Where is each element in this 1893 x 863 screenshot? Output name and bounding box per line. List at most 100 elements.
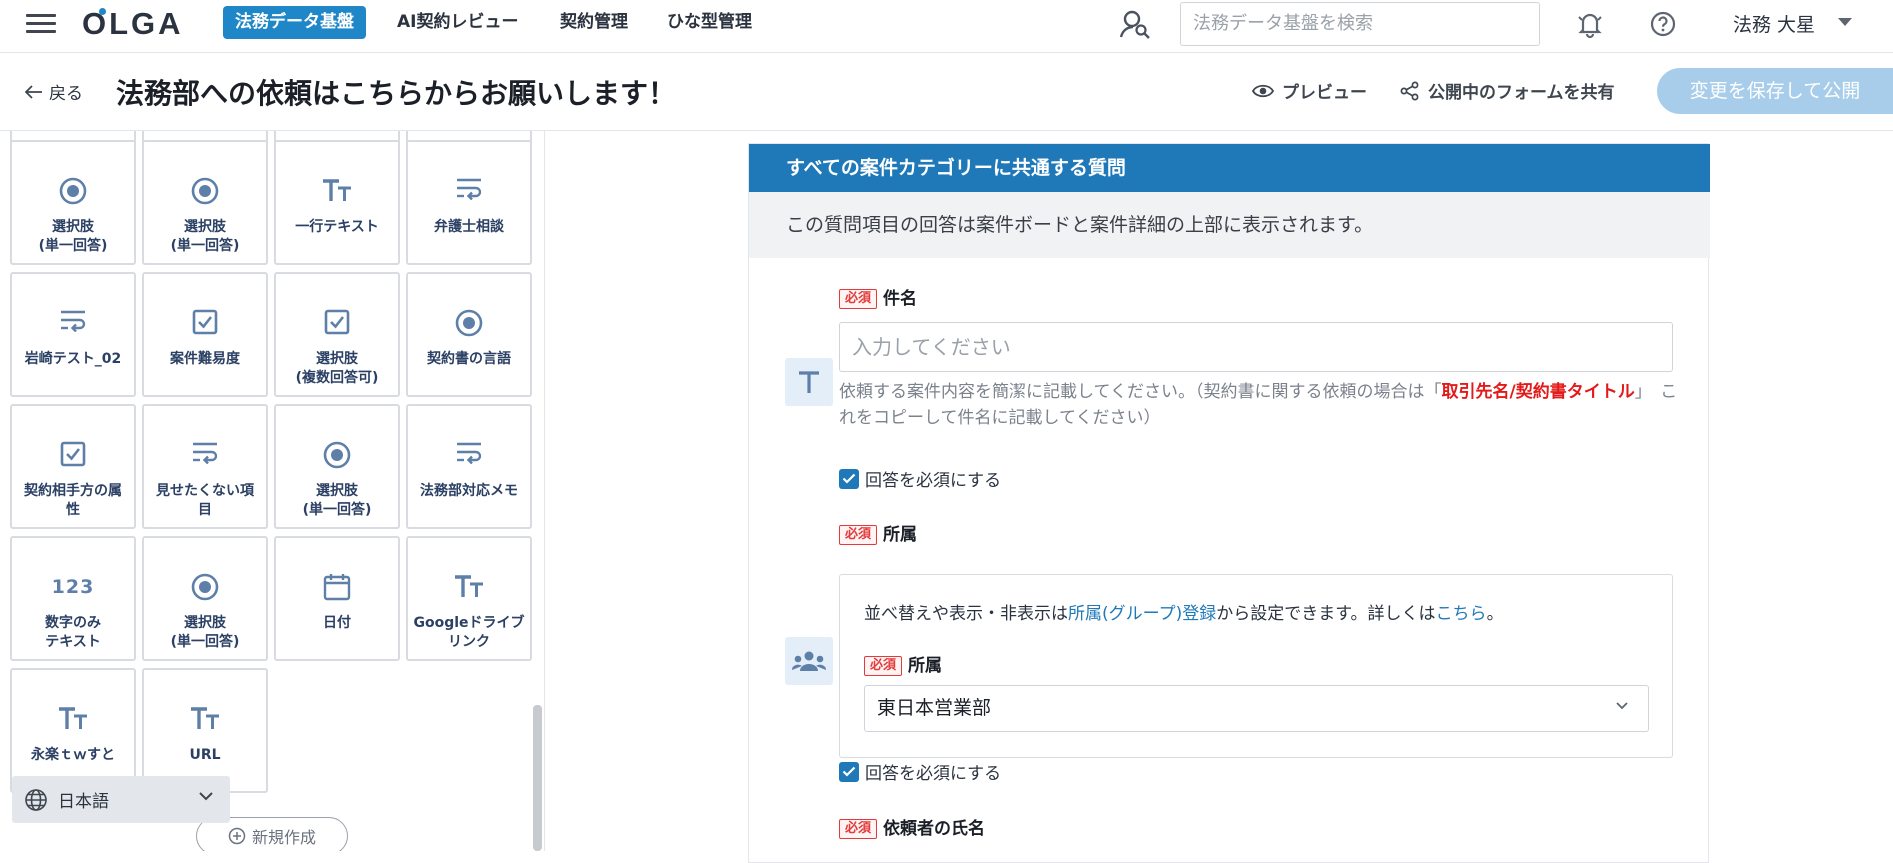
- palette-tile-label: 岩崎テスト_02: [24, 351, 122, 367]
- user-menu-caret-icon[interactable]: [1838, 18, 1852, 26]
- question-department-label: 必須 所属: [839, 520, 917, 545]
- department-select[interactable]: 東日本営業部: [864, 685, 1649, 732]
- palette-tile[interactable]: 契約書の言語: [406, 272, 532, 397]
- radio-icon: [144, 176, 266, 206]
- text-size-icon: [276, 176, 398, 206]
- wrap-text-icon: [408, 440, 530, 470]
- department-note: 並べ替えや表示・非表示は所属(グループ)登録から設定できます。詳しくはこちら。: [864, 599, 1504, 624]
- palette-tile-label: 選択肢 (複数回答可): [295, 351, 379, 386]
- palette-tile[interactable]: 岩崎テスト_02: [10, 272, 136, 397]
- palette-tile[interactable]: 選択肢 (単一回答): [142, 536, 268, 661]
- note-text: から設定できます。詳しくは: [1216, 604, 1436, 624]
- palette-tile[interactable]: 選択肢 (複数回答可): [274, 272, 400, 397]
- help-icon[interactable]: [1648, 9, 1678, 39]
- bell-icon[interactable]: [1575, 9, 1605, 39]
- preview-label: プレビュー: [1282, 83, 1367, 103]
- user-name[interactable]: 法務 大星: [1733, 10, 1815, 37]
- share-label: 公開中のフォームを共有: [1428, 83, 1615, 103]
- text-size-icon: [408, 572, 530, 602]
- palette-tile-label: 契約書の言語: [427, 351, 511, 367]
- language-select[interactable]: 日本語: [12, 776, 230, 823]
- palette-tile[interactable]: 法務部対応メモ: [406, 404, 532, 529]
- group-registration-link[interactable]: 所属(グループ)登録: [1068, 604, 1216, 624]
- hamburger-menu-icon[interactable]: [26, 14, 56, 34]
- save-and-publish-button[interactable]: 変更を保存して公開: [1657, 68, 1893, 114]
- page-title: 法務部への依頼はこちらからお願いします！: [116, 77, 677, 110]
- chevron-down-icon: [1616, 702, 1628, 710]
- form-editor: すべての案件カテゴリーに共通する質問 この質問項目の回答は案件ボードと案件詳細の…: [546, 131, 1893, 863]
- preview-button[interactable]: プレビュー: [1252, 78, 1367, 103]
- palette-tile[interactable]: 案件難易度: [142, 272, 268, 397]
- palette-tile-label: 一行テキスト: [295, 219, 379, 235]
- logo[interactable]: OLGA: [82, 6, 184, 42]
- required-badge: 必須: [839, 819, 878, 839]
- palette-tile-label: 選択肢 (単一回答): [302, 483, 372, 518]
- text-size-icon: [144, 704, 266, 734]
- palette-tile[interactable]: 選択肢 (単一回答): [142, 140, 268, 265]
- palette-tile[interactable]: 契約相手方の属 性: [10, 404, 136, 529]
- palette-tile[interactable]: 弁護士相談: [406, 140, 532, 265]
- eye-icon: [1252, 84, 1274, 97]
- checkbox-icon: [12, 440, 134, 470]
- nav-tab-contract-management[interactable]: 契約管理: [548, 6, 640, 39]
- checkbox-label: 回答を必須にする: [865, 764, 1002, 784]
- section-title: すべての案件カテゴリーに共通する質問: [749, 144, 1710, 192]
- palette-tile-label: 法務部対応メモ: [420, 483, 518, 499]
- palette-tile[interactable]: 選択肢 (単一回答): [274, 404, 400, 529]
- palette-tile[interactable]: 日付: [274, 536, 400, 661]
- palette-tile-label: 日付: [323, 615, 351, 631]
- required-badge: 必須: [839, 525, 878, 545]
- palette-tile-label: 選択肢 (単一回答): [38, 219, 108, 254]
- back-link[interactable]: 戻る: [25, 79, 83, 104]
- palette-tile-label: 契約相手方の属 性: [24, 483, 122, 518]
- wrap-text-icon: [144, 440, 266, 470]
- palette-tile-label: 見せたくない項 目: [156, 483, 254, 518]
- wrap-text-icon: [408, 176, 530, 206]
- palette-tile-label: Googleドライブ リンク: [413, 615, 525, 650]
- question-label-text: 件名: [883, 289, 918, 309]
- checkbox-checked-icon: [839, 468, 859, 489]
- question-requester-name-label: 必須 依頼者の氏名: [839, 814, 985, 839]
- nav-tab-ai-review[interactable]: AI契約レビュー: [385, 6, 530, 39]
- palette-tile[interactable]: Googleドライブ リンク: [406, 536, 532, 661]
- checkbox-label: 回答を必須にする: [865, 471, 1002, 491]
- subject-required-checkbox[interactable]: 回答を必須にする: [839, 466, 1001, 491]
- palette-tile[interactable]: 123 数字のみ テキスト: [10, 536, 136, 661]
- department-required-checkbox[interactable]: 回答を必須にする: [839, 759, 1001, 784]
- palette-tile[interactable]: 一行テキスト: [274, 140, 400, 265]
- palette-scrollbar[interactable]: [533, 705, 542, 851]
- required-badge: 必須: [839, 289, 878, 309]
- plus-circle-icon: [228, 827, 246, 845]
- nav-tab-template-management[interactable]: ひな型管理: [655, 6, 764, 39]
- details-link[interactable]: こちら: [1436, 604, 1487, 624]
- checkbox-checked-icon: [839, 761, 859, 782]
- subject-input[interactable]: 入力してください: [839, 322, 1673, 372]
- palette-tile-label: 数字のみ テキスト: [45, 615, 101, 650]
- wrap-text-icon: [12, 308, 134, 338]
- inner-label-text: 所属: [908, 656, 943, 676]
- person-search-icon[interactable]: [1118, 8, 1152, 40]
- department-inner-label: 必須 所属: [864, 651, 942, 676]
- help-text-prefix: 依頼する案件内容を簡潔に記載してください。（契約書に関する依頼の場合は「: [839, 382, 1442, 402]
- group-type-icon: [785, 637, 833, 685]
- checkbox-icon: [144, 308, 266, 338]
- palette-tile[interactable]: 選択肢 (単一回答): [10, 140, 136, 265]
- section-description: この質問項目の回答は案件ボードと案件詳細の上部に表示されます。: [749, 192, 1710, 258]
- title-bar: 戻る 法務部への依頼はこちらからお願いします！ プレビュー 公開中のフォームを共…: [0, 54, 1893, 131]
- question-subject-label: 必須 件名: [839, 284, 917, 309]
- share-icon: [1400, 81, 1419, 100]
- text-type-icon: [785, 358, 833, 406]
- palette-tile[interactable]: 見せたくない項 目: [142, 404, 268, 529]
- logo-dot: [99, 8, 106, 15]
- palette-tile[interactable]: 永楽ｔｗすと: [10, 668, 136, 793]
- nav-tab-legal-data[interactable]: 法務データ基盤: [223, 6, 366, 39]
- palette-tile[interactable]: URL: [142, 668, 268, 793]
- palette-tile-label: 選択肢 (単一回答): [170, 219, 240, 254]
- radio-icon: [144, 572, 266, 602]
- search-input[interactable]: 法務データ基盤を検索: [1180, 2, 1540, 46]
- common-questions-card: すべての案件カテゴリーに共通する質問 この質問項目の回答は案件ボードと案件詳細の…: [748, 143, 1710, 863]
- globe-icon: [25, 788, 47, 811]
- new-create-label: 新規作成: [251, 828, 316, 847]
- language-label: 日本語: [58, 792, 109, 812]
- share-form-button[interactable]: 公開中のフォームを共有: [1400, 78, 1615, 103]
